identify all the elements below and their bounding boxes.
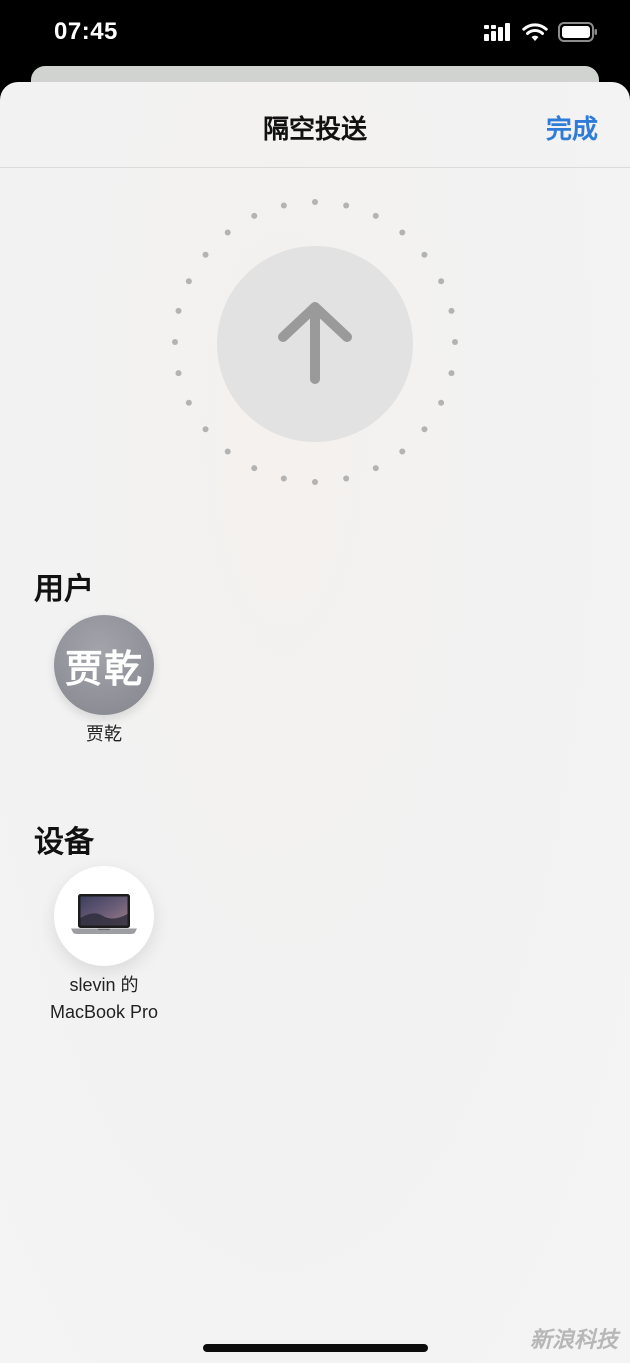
range-dot [372, 212, 379, 219]
range-dot [421, 426, 428, 433]
person-avatar[interactable]: 贾乾 [54, 615, 154, 715]
range-dot [438, 399, 445, 406]
status-icons [484, 22, 598, 47]
range-dot [438, 278, 445, 285]
range-dot [202, 251, 209, 258]
range-dot [343, 475, 350, 482]
wifi-icon [522, 22, 548, 47]
range-dot [448, 370, 455, 377]
airdrop-screen: 07:45 隔空投送 完成 用户 贾乾 贾乾 设备 slevin 的 MacBo… [0, 0, 630, 1363]
range-dot [172, 339, 178, 345]
macbook-icon [69, 892, 139, 941]
range-dot [312, 479, 318, 485]
range-dot [175, 307, 182, 314]
device-name-line1: slevin 的 [69, 975, 139, 995]
range-dot [452, 339, 458, 345]
page-title: 隔空投送 [262, 114, 367, 144]
people-section-title: 用户 [34, 573, 94, 606]
device-name: slevin 的 MacBook Pro [14, 972, 194, 1026]
devices-section-title: 设备 [34, 826, 94, 859]
done-button[interactable]: 完成 [546, 109, 598, 146]
range-dot [185, 278, 192, 285]
airdrop-sheet: 隔空投送 完成 用户 贾乾 贾乾 设备 slevin 的 MacBook Pro… [0, 82, 630, 1363]
range-dot [343, 202, 350, 209]
range-dot [280, 202, 287, 209]
airdrop-upload-button[interactable] [217, 246, 413, 442]
avatar-initials: 贾乾 [64, 648, 143, 691]
range-dot [224, 229, 231, 236]
range-dot [372, 465, 379, 472]
status-bar: 07:45 [0, 0, 630, 66]
range-dot [421, 251, 428, 258]
range-dot [399, 448, 406, 455]
range-dot [280, 475, 287, 482]
battery-icon [558, 22, 598, 47]
nav-bar: 隔空投送 完成 [0, 82, 630, 168]
person-name: 贾乾 [86, 724, 122, 744]
signal-icon [484, 23, 512, 46]
range-dot [185, 399, 192, 406]
range-dot [312, 199, 318, 205]
range-dot [251, 212, 258, 219]
home-indicator[interactable] [203, 1344, 428, 1352]
arrow-up-icon [275, 297, 355, 392]
status-time: 07:45 [54, 18, 118, 45]
range-dot [399, 229, 406, 236]
range-dot [448, 307, 455, 314]
range-dot [202, 426, 209, 433]
device-avatar[interactable] [54, 866, 154, 966]
range-dot [251, 465, 258, 472]
device-name-line2: MacBook Pro [49, 1002, 159, 1022]
watermark-logo: 新浪科技 [529, 1327, 618, 1352]
range-dot [224, 448, 231, 455]
range-dot [175, 370, 182, 377]
